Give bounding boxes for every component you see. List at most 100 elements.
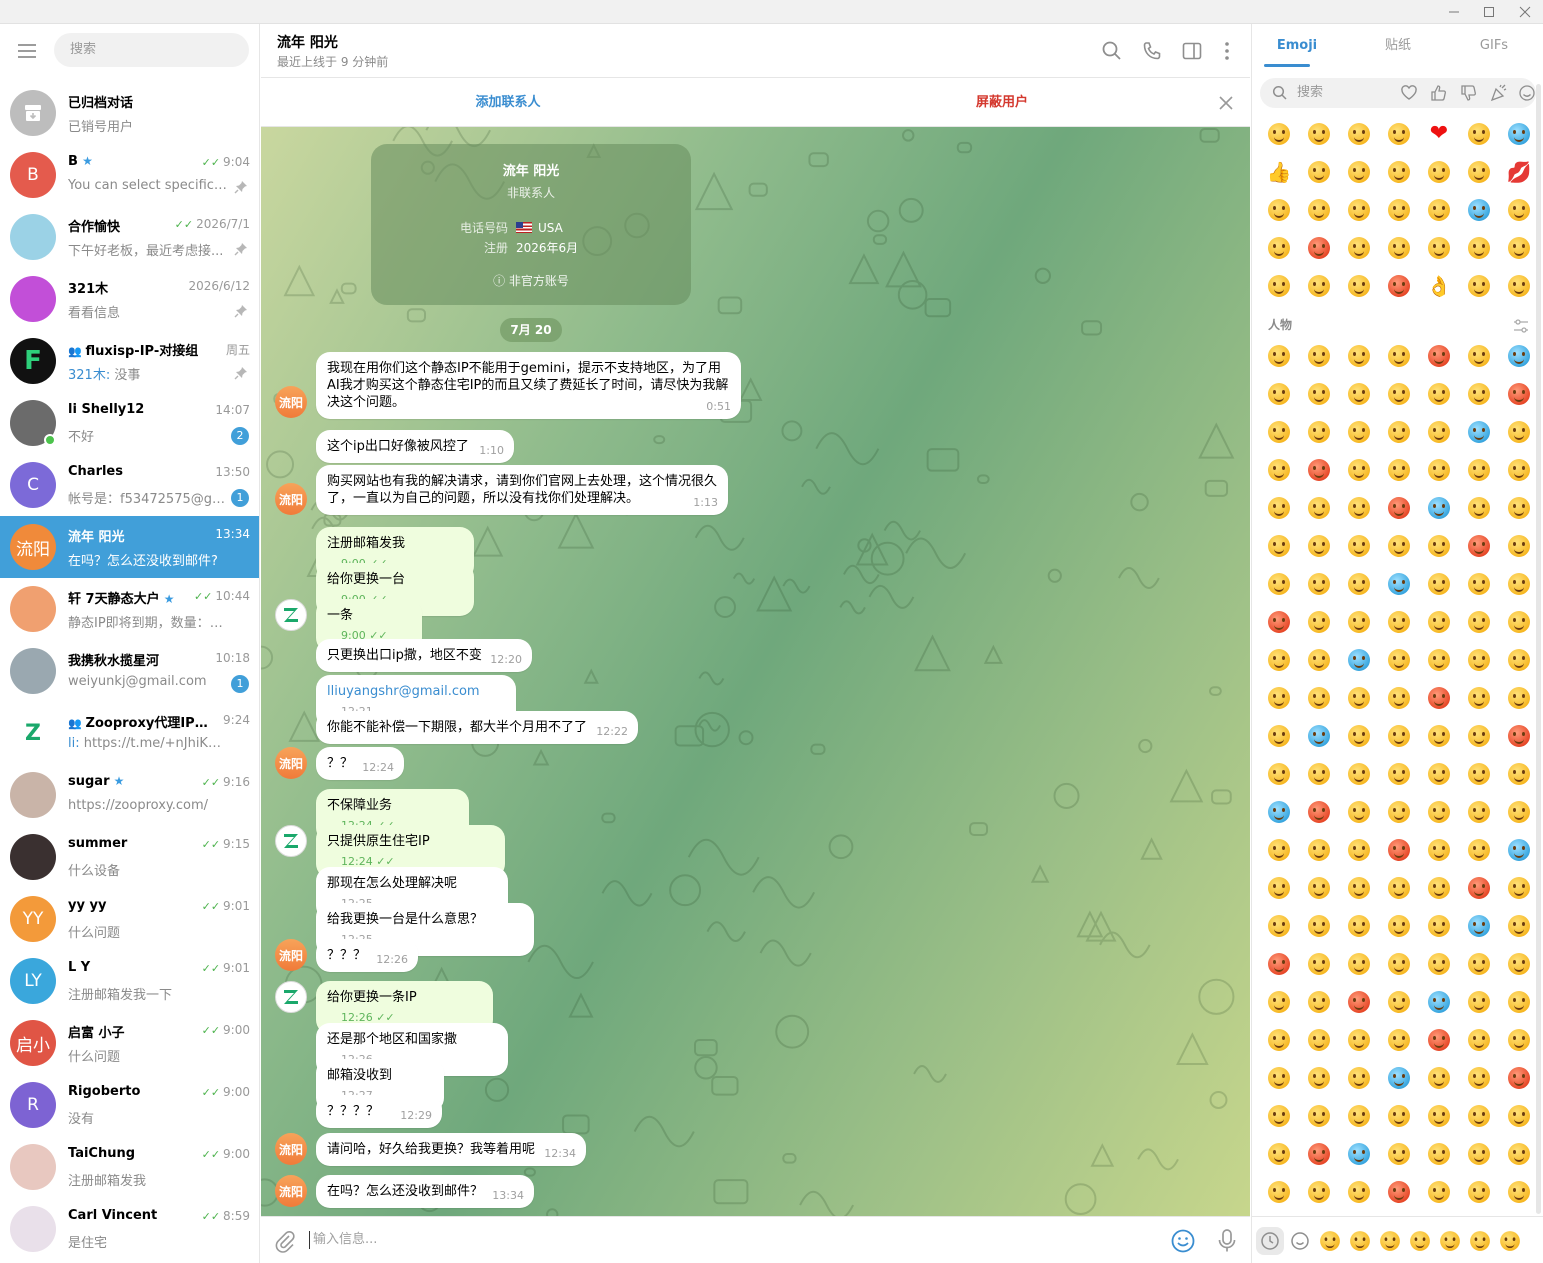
emoji-button[interactable] bbox=[1462, 339, 1496, 373]
emoji-button[interactable] bbox=[1302, 757, 1336, 791]
emoji-button[interactable] bbox=[1502, 681, 1536, 715]
emoji-button[interactable] bbox=[1462, 1099, 1496, 1133]
chat-list-item[interactable]: 流阳 流年 阳光 13:34 在吗？怎么还没收到邮件? bbox=[0, 516, 259, 578]
emoji-button[interactable] bbox=[1262, 643, 1296, 677]
emoji-button[interactable] bbox=[1302, 871, 1336, 905]
emoji-button[interactable] bbox=[1342, 719, 1376, 753]
chat-list-item[interactable]: 我携秋水揽星河 10:18 weiyunkj@gmail.com 1 bbox=[0, 640, 259, 702]
emoji-button[interactable] bbox=[1262, 1137, 1296, 1171]
emoji-button[interactable] bbox=[1422, 719, 1456, 753]
emoji-button[interactable] bbox=[1342, 947, 1376, 981]
incoming-message[interactable]: 在吗？怎么还没收到邮件？ 13:34 bbox=[316, 1175, 534, 1208]
emoji-category-tab[interactable] bbox=[1466, 1227, 1494, 1255]
chat-list-item[interactable]: R Rigoberto ✓✓ 9:00 没有 bbox=[0, 1074, 259, 1136]
emoji-button[interactable]: ❤ bbox=[1422, 117, 1456, 151]
emoji-button[interactable] bbox=[1262, 871, 1296, 905]
emoji-scrollbar[interactable] bbox=[1536, 84, 1541, 1214]
emoji-button[interactable] bbox=[1302, 529, 1336, 563]
emoji-button[interactable] bbox=[1382, 567, 1416, 601]
emoji-button[interactable] bbox=[1502, 231, 1536, 265]
paperclip-icon[interactable] bbox=[273, 1229, 297, 1253]
emoji-button[interactable] bbox=[1502, 491, 1536, 525]
emoji-button[interactable] bbox=[1502, 947, 1536, 981]
emoji-button[interactable] bbox=[1382, 757, 1416, 791]
emoji-button[interactable] bbox=[1502, 453, 1536, 487]
emoji-category-tab[interactable] bbox=[1496, 1227, 1524, 1255]
emoji-button[interactable] bbox=[1262, 795, 1296, 829]
emoji-button[interactable] bbox=[1462, 643, 1496, 677]
emoji-button[interactable] bbox=[1382, 1099, 1416, 1133]
emoji-button[interactable] bbox=[1302, 605, 1336, 639]
emoji-category-tab[interactable] bbox=[1286, 1227, 1314, 1255]
emoji-button[interactable] bbox=[1302, 985, 1336, 1019]
emoji-button[interactable] bbox=[1422, 947, 1456, 981]
incoming-message[interactable]: 这个ip出口好像被风控了 1:10 bbox=[316, 430, 514, 463]
chat-list-item[interactable]: TaiChung ✓✓ 9:00 注册邮箱发我 bbox=[0, 1136, 259, 1198]
emoji-button[interactable] bbox=[1382, 377, 1416, 411]
emoji-button[interactable] bbox=[1302, 117, 1336, 151]
emoji-button[interactable] bbox=[1382, 1061, 1416, 1095]
emoji-button[interactable] bbox=[1382, 871, 1416, 905]
emoji-button[interactable] bbox=[1462, 833, 1496, 867]
emoji-button[interactable] bbox=[1262, 985, 1296, 1019]
emoji-button[interactable] bbox=[1462, 155, 1496, 189]
block-user-button[interactable]: 屏蔽用户 bbox=[755, 79, 1249, 127]
emoji-button[interactable] bbox=[1302, 377, 1336, 411]
emoji-button[interactable] bbox=[1262, 269, 1296, 303]
phone-call-icon[interactable] bbox=[1141, 40, 1163, 62]
emoji-button[interactable] bbox=[1382, 1023, 1416, 1057]
emoji-button[interactable] bbox=[1422, 795, 1456, 829]
close-icon[interactable] bbox=[1216, 93, 1236, 113]
emoji-button[interactable] bbox=[1382, 719, 1416, 753]
emoji-button[interactable] bbox=[1262, 605, 1296, 639]
chat-list-item[interactable]: F 👥 fluxisp-IP-对接组 周五 321木: 没事 bbox=[0, 330, 259, 392]
emoji-category-tab[interactable] bbox=[1406, 1227, 1434, 1255]
emoji-button[interactable] bbox=[1382, 643, 1416, 677]
heart-category-icon[interactable] bbox=[1400, 84, 1418, 102]
emoji-button[interactable] bbox=[1342, 231, 1376, 265]
emoji-button[interactable] bbox=[1262, 415, 1296, 449]
emoji-button[interactable] bbox=[1422, 1175, 1456, 1209]
emoji-button[interactable] bbox=[1382, 269, 1416, 303]
emoji-button[interactable] bbox=[1382, 947, 1416, 981]
emoji-button[interactable] bbox=[1302, 909, 1336, 943]
emoji-button[interactable] bbox=[1422, 757, 1456, 791]
smile-category-icon[interactable] bbox=[1518, 84, 1536, 102]
emoji-button[interactable] bbox=[1342, 985, 1376, 1019]
tab-emoji[interactable]: Emoji bbox=[1252, 24, 1342, 68]
emoji-button[interactable] bbox=[1302, 681, 1336, 715]
emoji-button[interactable] bbox=[1422, 529, 1456, 563]
emoji-button[interactable] bbox=[1382, 415, 1416, 449]
emoji-button[interactable] bbox=[1502, 339, 1536, 373]
emoji-button[interactable] bbox=[1382, 529, 1416, 563]
emoji-button[interactable] bbox=[1502, 269, 1536, 303]
emoji-button[interactable] bbox=[1382, 155, 1416, 189]
emoji-button[interactable] bbox=[1342, 681, 1376, 715]
emoji-button[interactable] bbox=[1342, 453, 1376, 487]
emoji-button[interactable] bbox=[1462, 1061, 1496, 1095]
emoji-button[interactable] bbox=[1502, 415, 1536, 449]
emoji-button[interactable] bbox=[1262, 117, 1296, 151]
emoji-button[interactable] bbox=[1502, 117, 1536, 151]
emoji-button[interactable] bbox=[1502, 529, 1536, 563]
close-window-icon[interactable] bbox=[1508, 0, 1542, 24]
emoji-button[interactable] bbox=[1262, 491, 1296, 525]
emoji-button[interactable] bbox=[1502, 377, 1536, 411]
emoji-category-tab[interactable] bbox=[1436, 1227, 1464, 1255]
sender-avatar[interactable]: 流阳 bbox=[275, 1133, 307, 1165]
emoji-button[interactable] bbox=[1342, 269, 1376, 303]
emoji-button[interactable] bbox=[1262, 377, 1296, 411]
emoji-button[interactable] bbox=[1502, 1061, 1536, 1095]
emoji-button[interactable] bbox=[1382, 231, 1416, 265]
emoji-button[interactable] bbox=[1382, 909, 1416, 943]
emoji-button[interactable] bbox=[1342, 909, 1376, 943]
emoji-button[interactable] bbox=[1462, 567, 1496, 601]
emoji-button[interactable] bbox=[1302, 947, 1336, 981]
emoji-button[interactable]: 👍 bbox=[1262, 155, 1296, 189]
emoji-button[interactable] bbox=[1382, 1137, 1416, 1171]
incoming-message[interactable]: 购买网站也有我的解决请求，请到你们官网上去处理，这个情况很久了，一直以为自己的问… bbox=[316, 465, 728, 515]
emoji-button[interactable] bbox=[1342, 795, 1376, 829]
hamburger-menu-icon[interactable] bbox=[14, 40, 40, 62]
emoji-button[interactable] bbox=[1302, 1023, 1336, 1057]
emoji-button[interactable] bbox=[1422, 1023, 1456, 1057]
